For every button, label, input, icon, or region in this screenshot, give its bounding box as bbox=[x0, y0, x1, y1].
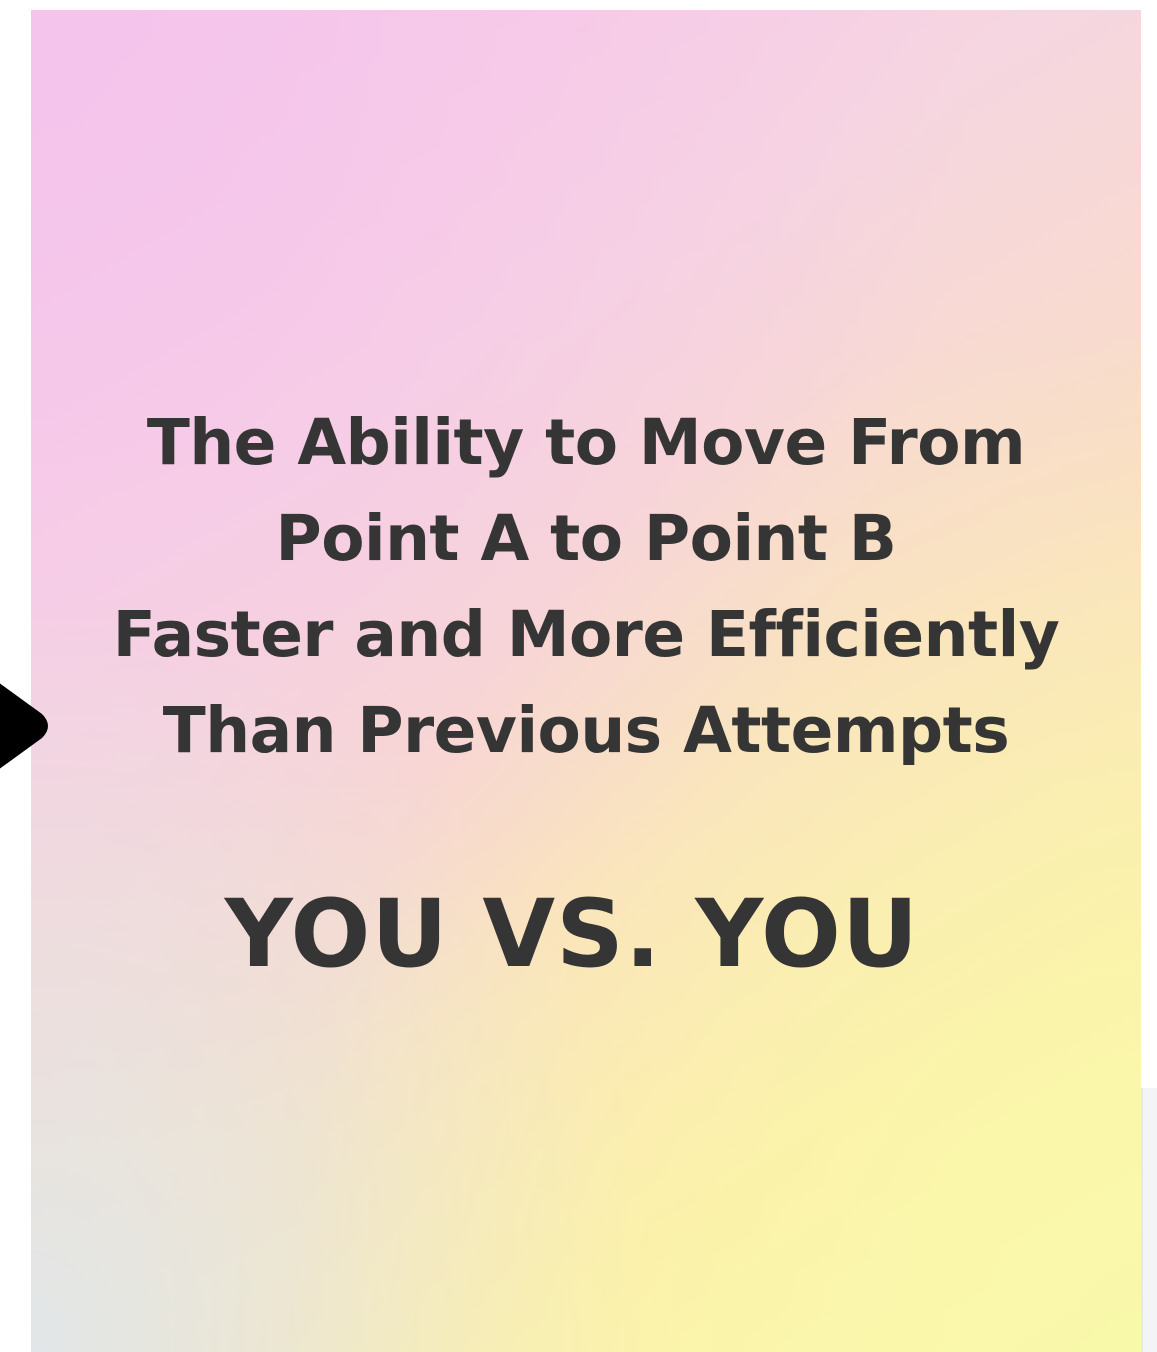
play-right-icon[interactable] bbox=[0, 676, 56, 776]
slide-subtitle: The Ability to Move From Point A to Poin… bbox=[31, 395, 1141, 779]
slide-headline: YOU VS. YOU bbox=[224, 880, 920, 989]
side-panel-edge bbox=[1141, 1088, 1157, 1352]
subtitle-line-2: Point A to Point B bbox=[275, 502, 897, 575]
page: The Ability to Move From Point A to Poin… bbox=[0, 0, 1157, 1352]
subtitle-line-3: Faster and More Efficiently bbox=[112, 598, 1060, 671]
subtitle-line-1: The Ability to Move From bbox=[146, 406, 1026, 479]
slide-card: The Ability to Move From Point A to Poin… bbox=[31, 10, 1141, 1352]
subtitle-line-4: Than Previous Attempts bbox=[162, 694, 1010, 767]
